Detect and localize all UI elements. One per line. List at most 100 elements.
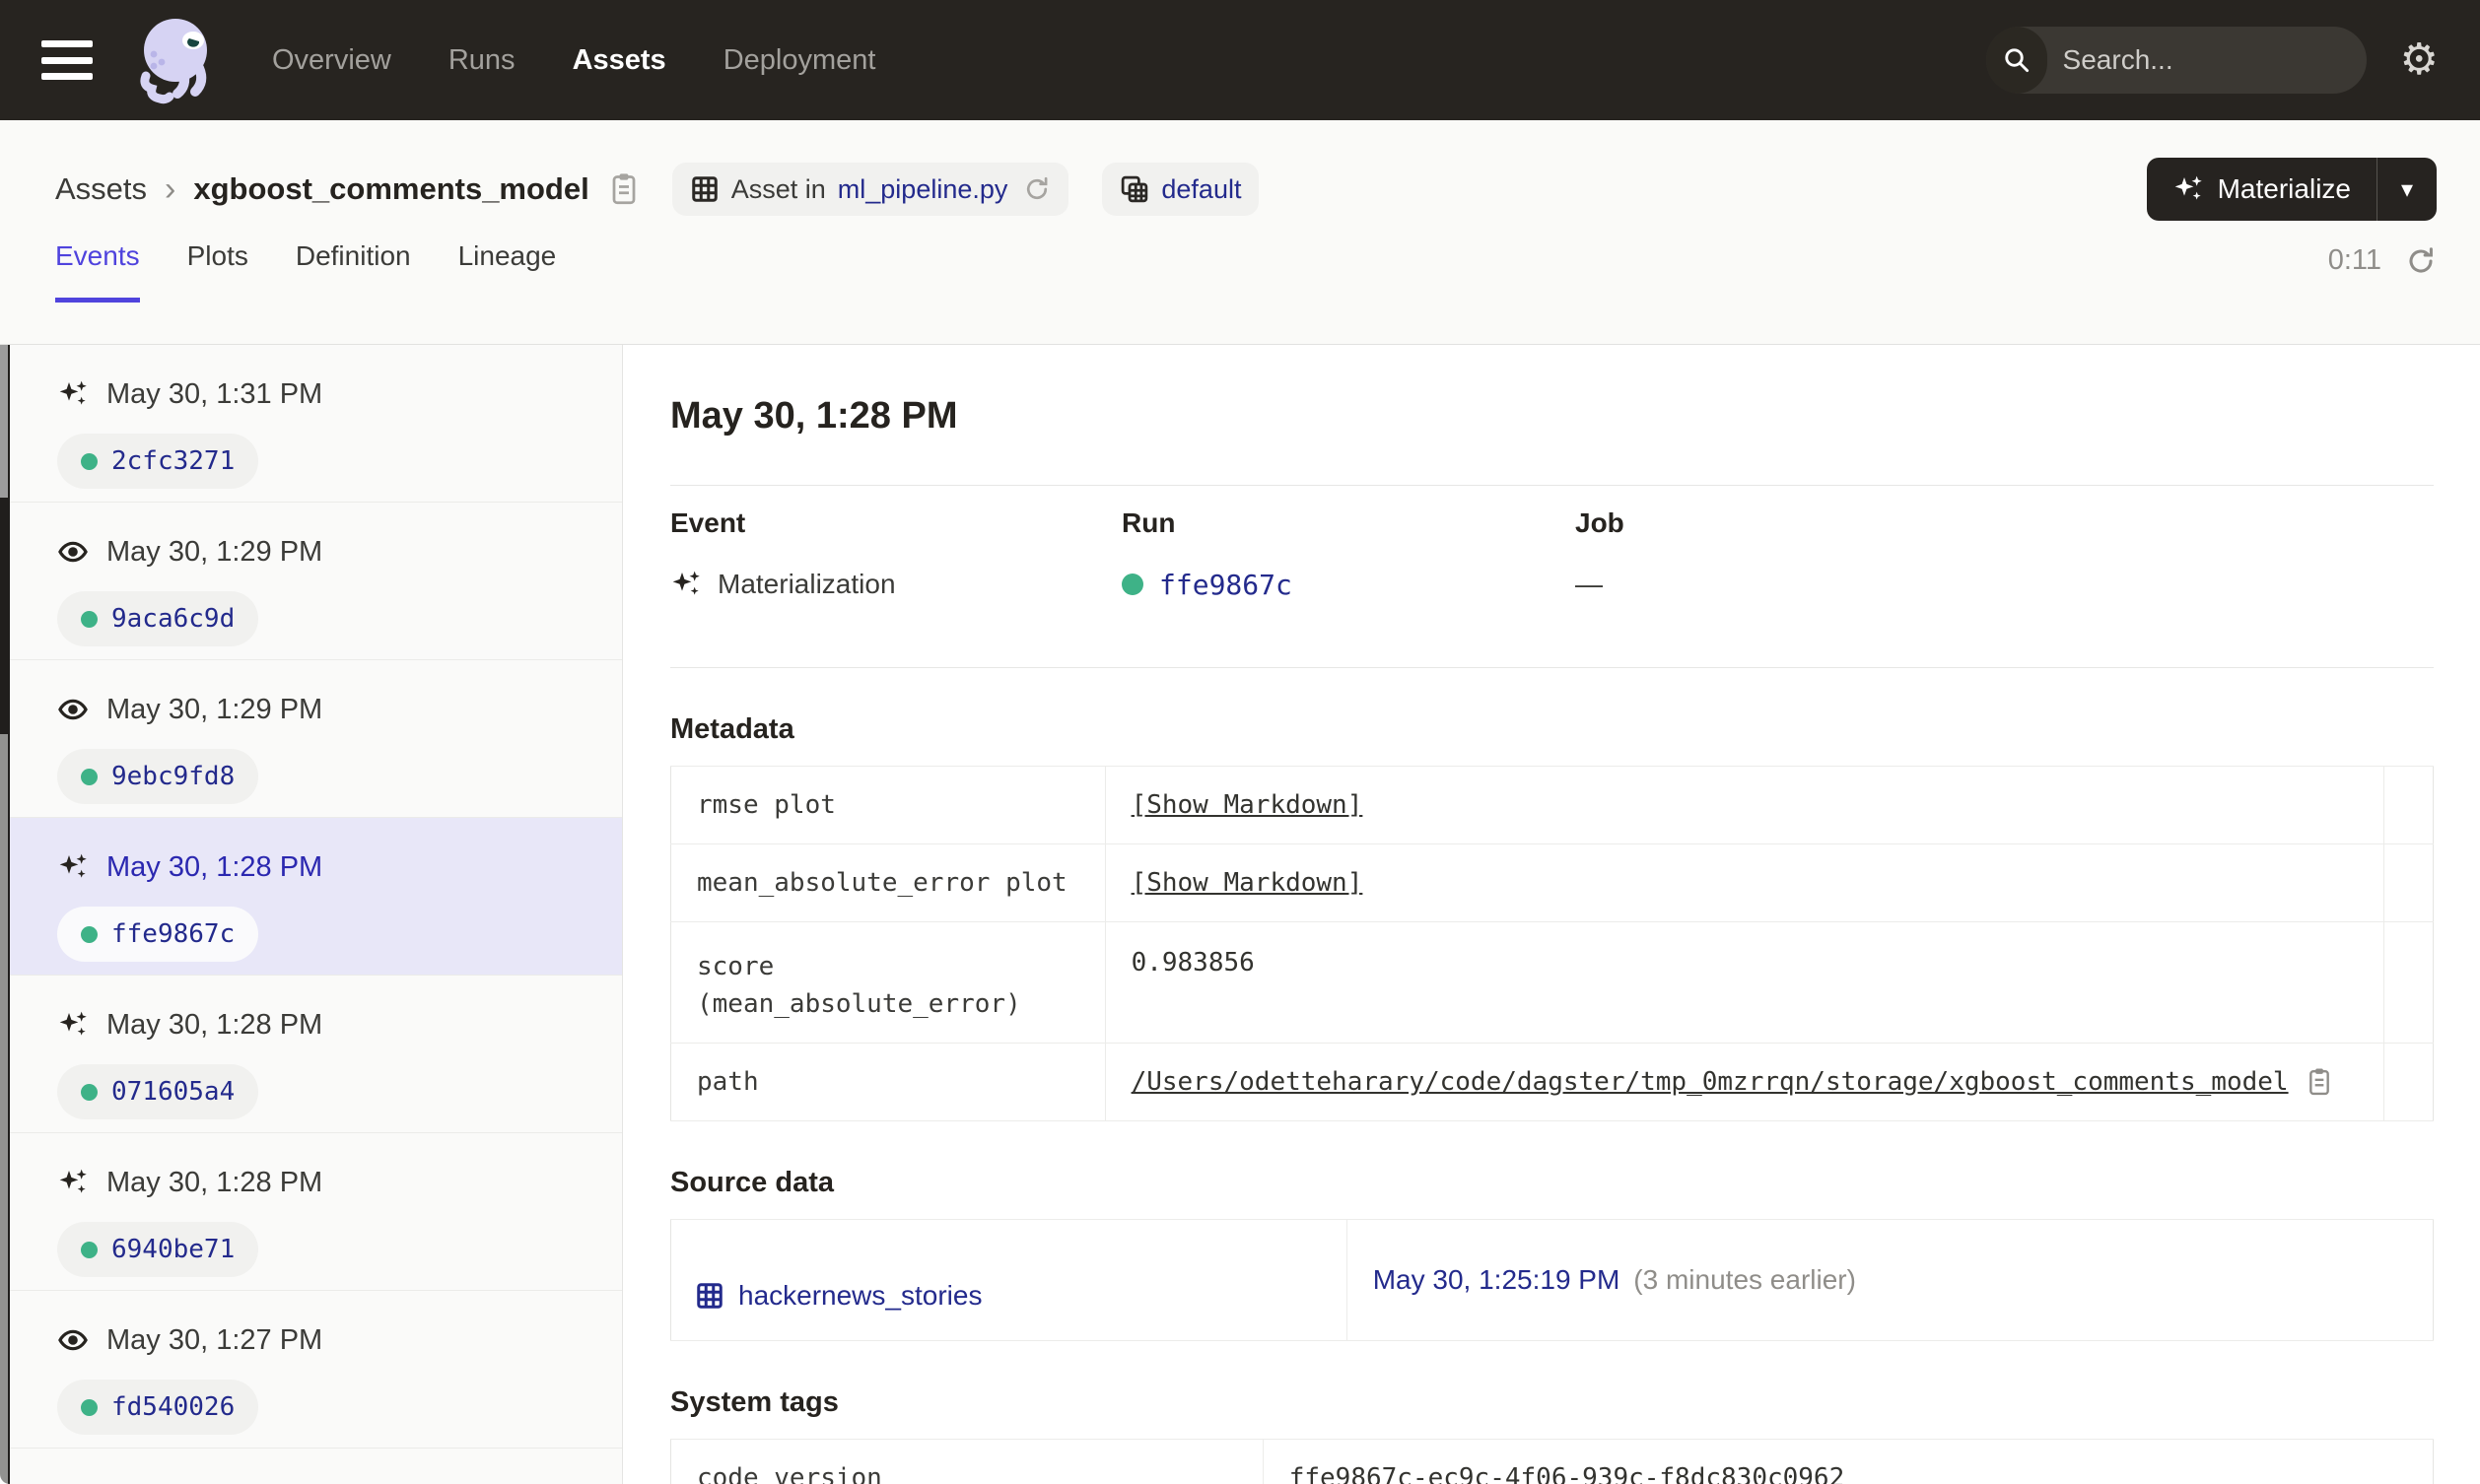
run-status-dot	[81, 925, 98, 943]
nav-item-overview[interactable]: Overview	[272, 44, 391, 77]
reload-code-location-icon[interactable]	[1023, 175, 1051, 203]
event-timestamp: May 30, 1:27 PM	[106, 1323, 323, 1356]
asset-in-label: Asset in	[730, 173, 826, 204]
page-title: xgboost_comments_model	[193, 171, 589, 206]
run-link[interactable]: fd540026	[57, 1380, 259, 1435]
breadcrumb-assets-link[interactable]: Assets	[55, 171, 147, 207]
materialize-split-button: Materialize ▾	[2146, 158, 2437, 221]
refresh-countdown: 0:11	[2327, 244, 2381, 276]
asset-icon	[695, 1281, 724, 1311]
show-markdown-link[interactable]: [Show Markdown]	[1132, 790, 1363, 820]
octopus-logo-icon	[140, 19, 207, 104]
table-row: score (mean_absolute_error) 0.983856	[670, 921, 2434, 1044]
metadata-heading: Metadata	[670, 713, 794, 745]
table-row: path /Users/odetteharary/code/dagster/tm…	[670, 1043, 2434, 1121]
run-status-dot	[81, 610, 98, 628]
copy-asset-name-icon[interactable]	[609, 171, 639, 207]
metadata-key: score (mean_absolute_error)	[670, 921, 1106, 1044]
event-list-item-partial[interactable]	[10, 1449, 622, 1484]
system-tags-heading: System tags	[670, 1386, 839, 1418]
pipeline-file-link[interactable]: ml_pipeline.py	[838, 174, 1008, 205]
event-list-item[interactable]: May 30, 1:28 PM 071605a4	[10, 976, 622, 1133]
settings-gear-icon[interactable]: ⚙	[2400, 38, 2439, 82]
system-tags-table: code_version ffe9867c-ec9c-4f06-939c-f8d…	[670, 1439, 2434, 1484]
sparkles-icon	[2172, 173, 2204, 205]
tab-plots[interactable]: Plots	[187, 240, 248, 303]
copy-path-icon[interactable]	[2307, 1066, 2332, 1098]
table-row: hackernews_stories May 30, 1:25:19 PM (3 …	[670, 1219, 2434, 1341]
run-link[interactable]: 2cfc3271	[57, 434, 259, 489]
table-row: mean_absolute_error plot [Show Markdown]	[670, 843, 2434, 922]
storage-path-link[interactable]: /Users/odetteharary/code/dagster/tmp_0mz…	[1132, 1067, 2289, 1097]
nav-item-assets[interactable]: Assets	[573, 44, 666, 77]
event-label: Event	[670, 507, 746, 538]
search-icon	[1985, 27, 2047, 94]
run-link[interactable]: 6940be71	[57, 1222, 259, 1277]
source-materialization-timestamp-link[interactable]: May 30, 1:25:19 PM	[1373, 1264, 1620, 1295]
tab-definition[interactable]: Definition	[296, 240, 411, 303]
metadata-key: mean_absolute_error plot	[670, 843, 1106, 922]
event-list-item[interactable]: May 30, 1:28 PM 6940be71	[10, 1133, 622, 1291]
run-status-dot	[81, 452, 98, 470]
run-status-dot	[81, 1398, 98, 1416]
upstream-asset-link[interactable]: hackernews_stories	[695, 1277, 982, 1315]
source-data-table: hackernews_stories May 30, 1:25:19 PM (3 …	[670, 1219, 2434, 1341]
source-relative-time: (3 minutes earlier)	[1633, 1264, 1856, 1295]
run-status-dot	[1122, 573, 1143, 595]
breadcrumb: Assets › xgboost_comments_model Asset in…	[55, 150, 2437, 229]
tab-lineage[interactable]: Lineage	[458, 240, 557, 303]
observation-icon	[57, 694, 89, 725]
tab-events[interactable]: Events	[55, 240, 140, 303]
event-detail-panel: May 30, 1:28 PM Event Materialization Ru…	[623, 345, 2480, 1484]
event-timestamp: May 30, 1:29 PM	[106, 693, 323, 725]
primary-nav: Overview Runs Assets Deployment	[272, 44, 875, 77]
event-timestamp: May 30, 1:28 PM	[106, 1166, 323, 1198]
observation-icon	[57, 1324, 89, 1356]
materialization-icon	[57, 378, 89, 410]
event-timestamp: May 30, 1:28 PM	[106, 1008, 323, 1041]
tag-key: code_version	[670, 1439, 1264, 1484]
event-timestamp: May 30, 1:31 PM	[106, 377, 323, 410]
asset-header: Assets › xgboost_comments_model Asset in…	[0, 120, 2480, 345]
window-edge-scrollbar[interactable]	[0, 345, 10, 1484]
event-list-item[interactable]: May 30, 1:29 PM 9ebc9fd8	[10, 660, 622, 818]
run-link[interactable]: ffe9867c	[57, 907, 259, 962]
materialize-dropdown-arrow[interactable]: ▾	[2377, 158, 2437, 221]
default-repo-link[interactable]: default	[1161, 174, 1241, 205]
run-status-dot	[81, 768, 98, 785]
show-markdown-link[interactable]: [Show Markdown]	[1132, 868, 1363, 898]
nav-item-deployment[interactable]: Deployment	[723, 44, 876, 77]
run-link[interactable]: 071605a4	[57, 1064, 259, 1119]
event-list-item[interactable]: May 30, 1:31 PM 2cfc3271	[10, 345, 622, 503]
global-search[interactable]: /	[1985, 27, 2367, 94]
metadata-table: rmse plot [Show Markdown] mean_absolute_…	[670, 766, 2434, 1121]
job-value: —	[1575, 569, 1603, 599]
refresh-icon[interactable]	[2405, 245, 2437, 277]
nav-item-runs[interactable]: Runs	[448, 44, 516, 77]
event-timestamp: May 30, 1:29 PM	[106, 535, 323, 568]
top-nav-bar: Overview Runs Assets Deployment / ⚙	[0, 0, 2480, 120]
run-status-dot	[81, 1241, 98, 1258]
materialization-icon	[57, 1009, 89, 1041]
table-row: code_version ffe9867c-ec9c-4f06-939c-f8d…	[670, 1439, 2434, 1484]
run-status-dot	[81, 1083, 98, 1101]
event-detail-title: May 30, 1:28 PM	[670, 395, 958, 437]
dagster-logo[interactable]	[130, 13, 225, 107]
repository-badge: default	[1102, 163, 1260, 216]
run-link[interactable]: 9aca6c9d	[57, 591, 259, 646]
materialize-button[interactable]: Materialize	[2147, 158, 2377, 221]
run-link[interactable]: 9ebc9fd8	[57, 749, 259, 804]
run-id-link[interactable]: ffe9867c	[1159, 569, 1292, 601]
materialization-icon	[57, 851, 89, 883]
event-list-item[interactable]: May 30, 1:29 PM 9aca6c9d	[10, 503, 622, 660]
event-timestamp: May 30, 1:28 PM	[106, 850, 323, 883]
metadata-key: path	[670, 1043, 1106, 1121]
event-list-item-selected[interactable]: May 30, 1:28 PM ffe9867c	[10, 818, 622, 976]
event-summary: Event Materialization Run ffe9867c Job —	[670, 507, 2434, 604]
materialize-label: Materialize	[2217, 173, 2351, 204]
event-list: May 30, 1:31 PM 2cfc3271 May 30, 1:29 PM…	[10, 345, 623, 1484]
event-list-item[interactable]: May 30, 1:27 PM fd540026	[10, 1291, 622, 1449]
hamburger-menu-icon[interactable]	[41, 40, 93, 80]
metadata-value: 0.983856	[1105, 921, 2384, 1044]
search-input[interactable]	[2046, 44, 2367, 76]
